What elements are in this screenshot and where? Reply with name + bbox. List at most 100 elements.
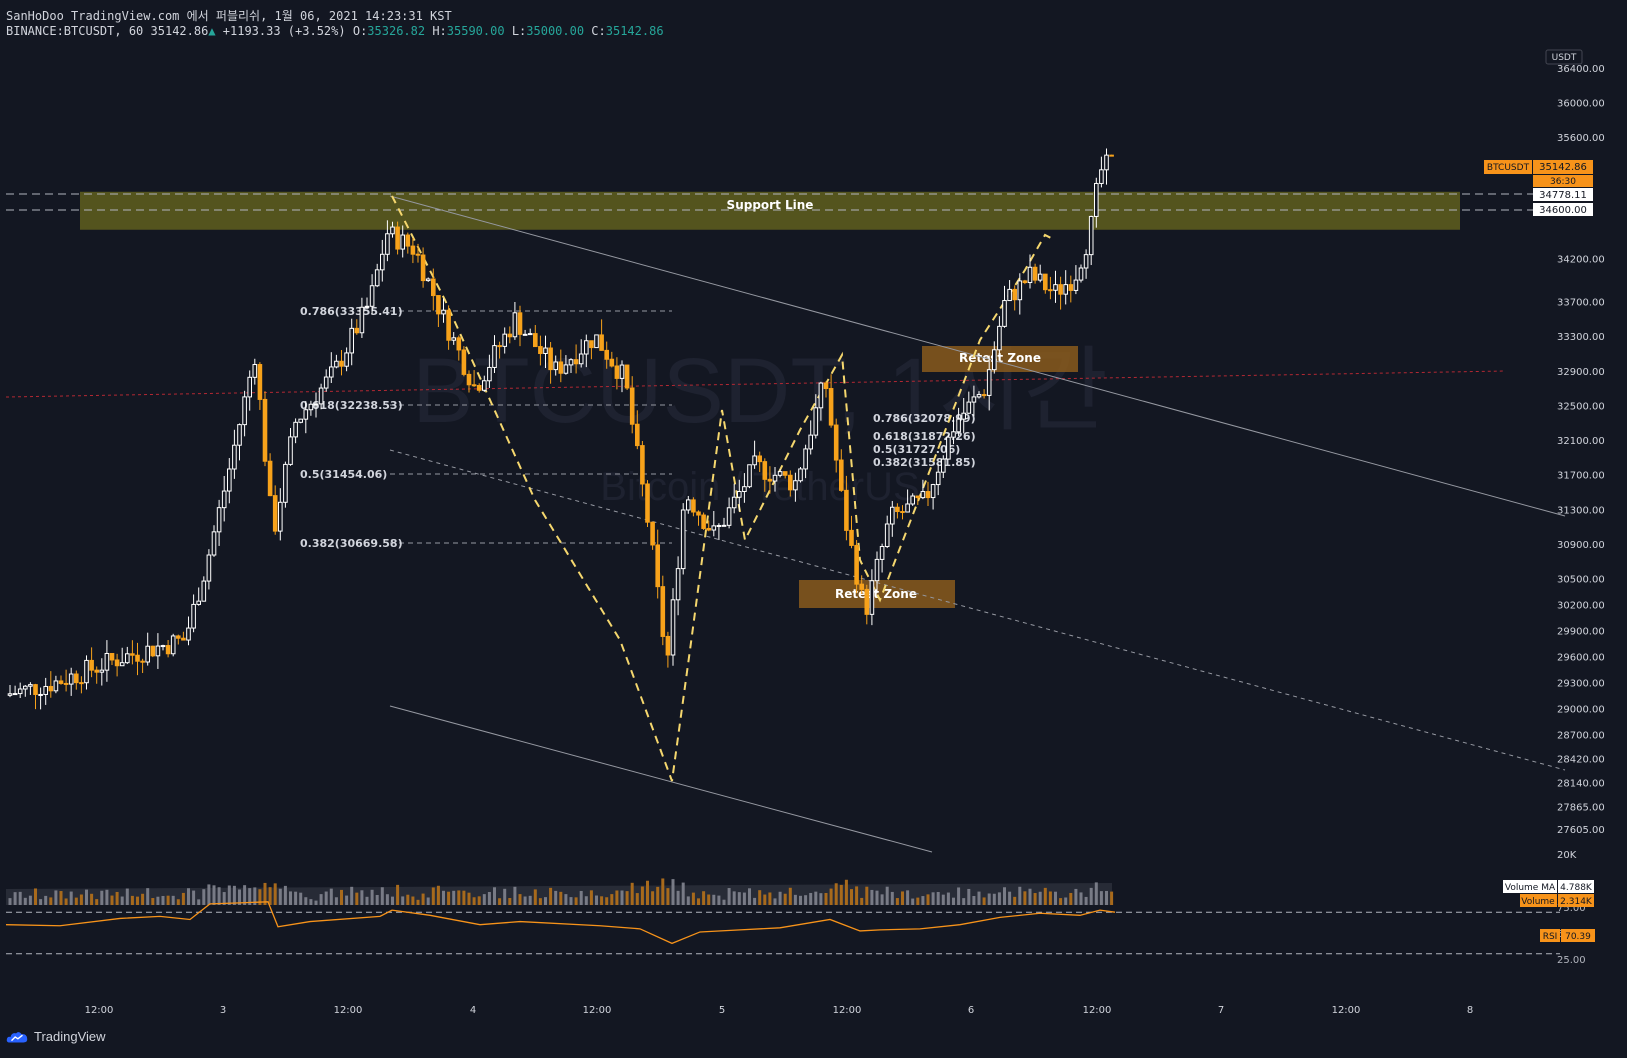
time-tick-4: 12:00 bbox=[583, 1005, 612, 1016]
candle-bull bbox=[84, 659, 89, 684]
volume-bar bbox=[503, 888, 507, 905]
candle-bear bbox=[660, 586, 666, 637]
candle-bull bbox=[951, 431, 956, 438]
tradingview-logo[interactable]: TradingView bbox=[6, 1029, 106, 1044]
volume-bar bbox=[533, 889, 537, 905]
candle-bull bbox=[686, 499, 691, 511]
volume-bar bbox=[589, 890, 593, 905]
volume-bar bbox=[115, 891, 119, 905]
candle-bull bbox=[344, 352, 349, 367]
volume-bar bbox=[39, 899, 43, 905]
volume-bar bbox=[748, 888, 751, 905]
price-tick-6: 33700.00 bbox=[1557, 298, 1605, 309]
candle-bear bbox=[272, 495, 278, 532]
time-tick-6: 12:00 bbox=[833, 1005, 862, 1016]
candle-bear bbox=[589, 340, 594, 349]
price-tick-5: 34200.00 bbox=[1557, 254, 1605, 265]
volume-ma-value: 4.788K bbox=[1560, 883, 1593, 893]
volume-bar bbox=[227, 885, 231, 905]
candle-bear bbox=[63, 682, 69, 685]
candle-bull bbox=[278, 501, 283, 532]
volume-bar bbox=[426, 897, 430, 905]
volume-bar bbox=[528, 895, 532, 905]
time-tick-5: 5 bbox=[719, 1005, 725, 1016]
candle-bear bbox=[533, 333, 538, 348]
volume-bar bbox=[814, 891, 818, 905]
candle-bull bbox=[170, 635, 176, 655]
volume-bar bbox=[192, 890, 196, 905]
volume-bar bbox=[79, 894, 83, 905]
volume-bar bbox=[972, 895, 976, 905]
descending-trendline-dashed[interactable] bbox=[389, 449, 1566, 771]
candle-bear bbox=[849, 529, 854, 546]
descending-trendline-lower[interactable] bbox=[389, 705, 933, 853]
volume-axis-label: 20K bbox=[1557, 850, 1577, 861]
candle-bear bbox=[339, 360, 344, 367]
candle-bear bbox=[650, 521, 655, 546]
volume-bar bbox=[809, 892, 813, 905]
volume-bar bbox=[181, 892, 185, 905]
candle-bull bbox=[53, 680, 59, 692]
volume-bar bbox=[457, 890, 461, 905]
volume-bar bbox=[85, 889, 88, 905]
volume-bar bbox=[635, 893, 639, 905]
volume-bar bbox=[630, 882, 634, 905]
price-tick-14: 30500.00 bbox=[1557, 575, 1605, 586]
candle-bear bbox=[497, 345, 502, 348]
candle-bull bbox=[160, 645, 166, 648]
volume-bar bbox=[493, 887, 496, 905]
volume-bar bbox=[600, 896, 604, 905]
candle-bear bbox=[507, 333, 513, 338]
currency-label: USDT bbox=[1552, 53, 1577, 63]
candle-bear bbox=[48, 685, 54, 692]
volume-bar bbox=[120, 896, 124, 905]
volume-bar bbox=[69, 891, 73, 905]
volume-bar bbox=[1028, 888, 1032, 905]
volume-bar bbox=[95, 899, 99, 905]
candle-bull bbox=[731, 496, 737, 509]
price-chart[interactable]: BTCUSDT, 1시간Bitcoin / TetherUSSupport Li… bbox=[0, 0, 1627, 1058]
volume-bar bbox=[957, 887, 961, 905]
candle-bear bbox=[629, 387, 635, 425]
volume-bar bbox=[380, 887, 384, 905]
candle-bull bbox=[1104, 154, 1109, 171]
volume-bar bbox=[890, 891, 894, 905]
volume-bar bbox=[319, 894, 323, 905]
volume-bar bbox=[268, 887, 272, 905]
volume-bar bbox=[217, 887, 221, 905]
volume-bar bbox=[34, 888, 37, 905]
volume-bar bbox=[1048, 891, 1052, 905]
volume-bar bbox=[431, 887, 435, 905]
volume-bar bbox=[309, 899, 313, 905]
price-tick-22: 28140.00 bbox=[1557, 779, 1605, 790]
rsi-line[interactable] bbox=[5, 901, 1116, 945]
candle-bull bbox=[946, 436, 951, 460]
candle-bear bbox=[165, 645, 171, 655]
candle-bear bbox=[89, 659, 94, 671]
volume-bar bbox=[1094, 882, 1098, 905]
volume-bar bbox=[136, 896, 139, 905]
volume-bar bbox=[1043, 887, 1047, 905]
price-tick-20: 28700.00 bbox=[1557, 730, 1605, 741]
volume-bar bbox=[176, 899, 180, 905]
volume-bar bbox=[977, 891, 981, 905]
volume-bar bbox=[1079, 892, 1083, 905]
price-tick-9: 32500.00 bbox=[1557, 401, 1605, 412]
candle-bear bbox=[900, 511, 905, 514]
candle-bull bbox=[7, 693, 13, 696]
volume-bar bbox=[860, 897, 864, 905]
volume-bar bbox=[941, 894, 945, 905]
candle-bull bbox=[726, 507, 732, 526]
time-tick-2: 12:00 bbox=[334, 1005, 363, 1016]
candle-bull bbox=[186, 627, 191, 641]
candle-bull bbox=[145, 645, 150, 663]
candle-bull bbox=[553, 361, 559, 371]
candle-bull bbox=[584, 340, 589, 355]
volume-bar bbox=[646, 880, 649, 905]
candle-bull bbox=[252, 364, 258, 378]
volume-bar bbox=[829, 888, 833, 905]
candle-bull bbox=[298, 418, 303, 423]
candle-bull bbox=[211, 531, 217, 556]
volume-bar bbox=[232, 885, 236, 905]
candle-bull bbox=[334, 360, 339, 368]
